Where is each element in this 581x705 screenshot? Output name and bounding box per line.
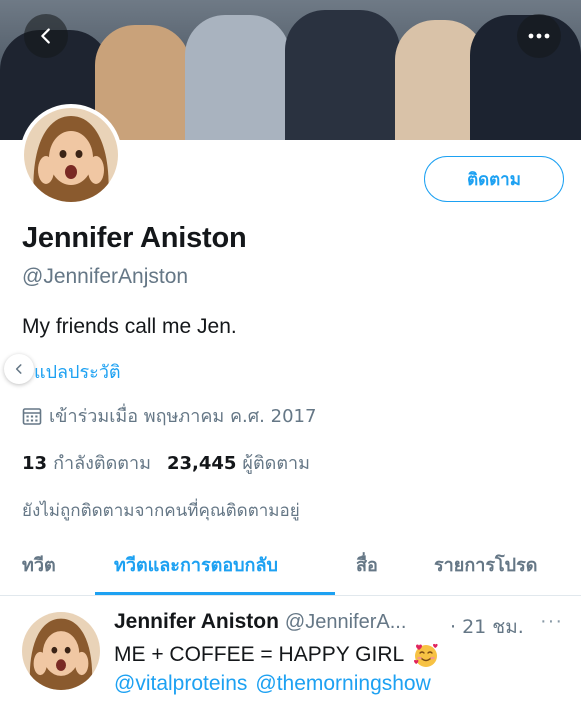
following-label[interactable]: กำลังติดตาม xyxy=(53,448,151,477)
tweet-text: ME + COFFEE = HAPPY GIRL xyxy=(114,642,440,668)
tweet-timestamp[interactable]: · 21 ชม. xyxy=(450,612,524,642)
tab-tweets[interactable]: ทวีต xyxy=(22,550,56,579)
profile-bio: My friends call me Jen. xyxy=(22,315,237,338)
following-count[interactable]: 13 xyxy=(22,453,47,474)
mention-link[interactable]: @themorningshow xyxy=(255,672,430,695)
tweet-body: ME + COFFEE = HAPPY GIRL xyxy=(114,643,405,666)
tab-tweets-and-replies[interactable]: ทวีตและการตอบกลับ xyxy=(114,550,278,579)
tweet-more-button[interactable]: ··· xyxy=(540,610,563,633)
tab-media[interactable]: สื่อ xyxy=(356,550,378,579)
follow-stats: 13 กำลังติดตาม 23,445 ผู้ติดตาม xyxy=(22,448,326,477)
followers-count[interactable]: 23,445 xyxy=(167,453,236,474)
tweet-mentions: @vitalproteins @themorningshow xyxy=(114,672,439,696)
mention-link[interactable]: @vitalproteins xyxy=(114,672,247,695)
tweet-avatar[interactable] xyxy=(22,612,100,690)
chevron-left-icon xyxy=(15,364,22,374)
translate-bio-link[interactable]: แปลประวัติ xyxy=(34,357,121,386)
tweet-author-handle[interactable]: @JenniferA... xyxy=(285,611,406,634)
profile-avatar[interactable] xyxy=(20,104,122,206)
profile-tabs: ทวีต ทวีตและการตอบกลับ สื่อ รายการโปรด xyxy=(0,542,581,596)
more-options-button[interactable] xyxy=(517,14,561,58)
tweet-author-name[interactable]: Jennifer Aniston xyxy=(114,610,279,634)
not-followed-note: ยังไม่ถูกติดตามจากคนที่คุณติดตามอยู่ xyxy=(22,501,300,521)
profile-name: Jennifer Aniston xyxy=(22,222,247,254)
avatar-image xyxy=(22,612,100,690)
join-date-text: เข้าร่วมเมื่อ พฤษภาคม ค.ศ. 2017 xyxy=(49,406,317,427)
banner-figure xyxy=(185,15,290,140)
chevron-left-icon xyxy=(41,28,50,44)
followers-label[interactable]: ผู้ติดตาม xyxy=(242,448,310,477)
avatar-image xyxy=(24,108,118,202)
tweet-header: Jennifer Aniston @JenniferA... xyxy=(114,610,406,634)
join-date: เข้าร่วมเมื่อ พฤษภาคม ค.ศ. 2017 xyxy=(22,401,316,430)
scroll-left-button[interactable] xyxy=(4,354,34,384)
tab-likes[interactable]: รายการโปรด xyxy=(434,550,537,579)
active-tab-indicator xyxy=(95,592,335,595)
smiling-face-with-hearts-icon xyxy=(414,643,438,667)
calendar-icon xyxy=(22,407,42,425)
banner-figure xyxy=(285,10,400,140)
follow-button[interactable]: ติดตาม xyxy=(424,156,564,202)
more-horizontal-icon xyxy=(528,33,550,39)
back-button[interactable] xyxy=(24,14,68,58)
profile-handle: @JenniferAnjston xyxy=(22,265,189,288)
